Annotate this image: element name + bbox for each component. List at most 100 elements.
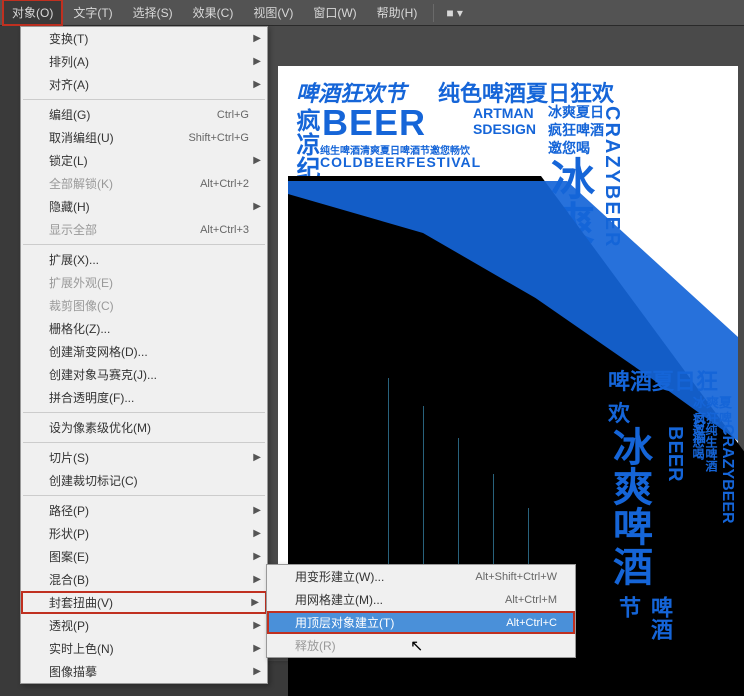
menu-item[interactable]: 创建渐变网格(D)... <box>21 340 267 363</box>
menu-item[interactable]: 拼合透明度(F)... <box>21 386 267 409</box>
poster-artman: ARTMAN <box>473 106 534 120</box>
menu-item-label: 透视(P) <box>49 617 89 634</box>
menu-item: 全部解锁(K) Alt+Ctrl+2 <box>21 172 267 195</box>
menu-shortcut: Shift+Ctrl+G <box>188 132 249 144</box>
menu-shortcut: Ctrl+G <box>217 109 249 121</box>
submenu-item[interactable]: 用网格建立(M)... Alt+Ctrl+M <box>267 588 575 611</box>
menu-item-label: 裁剪图像(C) <box>49 297 114 314</box>
menu-help[interactable]: 帮助(H) <box>367 0 428 26</box>
menu-item-label: 封套扭曲(V) <box>49 594 113 611</box>
submenu-arrow-icon: ▶ <box>253 620 261 631</box>
menu-item-label: 形状(P) <box>49 525 89 542</box>
submenu-arrow-icon: ▶ <box>253 551 261 562</box>
menu-view[interactable]: 视图(V) <box>243 0 303 26</box>
submenu-item-label: 释放(R) <box>295 637 336 654</box>
menu-window[interactable]: 窗口(W) <box>303 0 366 26</box>
menu-item[interactable]: 隐藏(H) ▶ <box>21 195 267 218</box>
menu-item[interactable]: 创建对象马赛克(J)... <box>21 363 267 386</box>
submenu-arrow-icon: ▶ <box>253 505 261 516</box>
menu-item[interactable]: 编组(G) Ctrl+G <box>21 103 267 126</box>
menu-separator <box>23 442 265 443</box>
submenu-arrow-icon: ▶ <box>251 597 259 608</box>
submenu-item-label: 用网格建立(M)... <box>295 591 383 608</box>
menu-item-label: 实时上色(N) <box>49 640 114 657</box>
menu-item-label: 路径(P) <box>49 502 89 519</box>
menu-item-label: 扩展外观(E) <box>49 274 113 291</box>
menu-select[interactable]: 选择(S) <box>123 0 183 26</box>
submenu-arrow-icon: ▶ <box>253 643 261 654</box>
submenu-arrow-icon: ▶ <box>253 452 261 463</box>
menu-item-label: 切片(S) <box>49 449 89 466</box>
menu-effect[interactable]: 效果(C) <box>183 0 244 26</box>
poster-beer: BEER <box>322 102 426 144</box>
menu-item[interactable]: 切片(S) ▶ <box>21 446 267 469</box>
menu-item: 裁剪图像(C) <box>21 294 267 317</box>
menu-item[interactable]: 路径(P) ▶ <box>21 499 267 522</box>
menu-item-label: 隐藏(H) <box>49 198 90 215</box>
poster-coldbeer: COLDBEERFESTIVAL <box>320 154 481 170</box>
menu-item[interactable]: 实时上色(N) ▶ <box>21 637 267 660</box>
submenu-item-label: 用变形建立(W)... <box>295 568 384 585</box>
menu-item: 扩展外观(E) <box>21 271 267 294</box>
menu-shortcut: Alt+Ctrl+C <box>506 617 557 629</box>
submenu-arrow-icon: ▶ <box>253 56 261 67</box>
menu-shortcut: Alt+Shift+Ctrl+W <box>475 571 557 583</box>
menu-item[interactable]: 扩展(X)... <box>21 248 267 271</box>
menu-item-label: 编组(G) <box>49 106 90 123</box>
menu-item[interactable]: 图像描摹 ▶ <box>21 660 267 683</box>
menu-separator <box>23 412 265 413</box>
menu-item[interactable]: 透视(P) ▶ <box>21 614 267 637</box>
menu-item-label: 对齐(A) <box>49 76 89 93</box>
submenu-arrow-icon: ▶ <box>253 33 261 44</box>
menu-item[interactable]: 图案(E) ▶ <box>21 545 267 568</box>
menu-item-label: 全部解锁(K) <box>49 175 113 192</box>
menu-item[interactable]: 创建裁切标记(C) <box>21 469 267 492</box>
submenu-arrow-icon: ▶ <box>253 574 261 585</box>
menu-object[interactable]: 对象(O) <box>2 0 63 26</box>
menu-item[interactable]: 锁定(L) ▶ <box>21 149 267 172</box>
menu-item[interactable]: 设为像素级优化(M) <box>21 416 267 439</box>
poster-festival: 啤酒节 <box>612 596 676 656</box>
menu-item-label: 扩展(X)... <box>49 251 99 268</box>
poster-beer-vert: BEER <box>663 426 686 482</box>
menu-item[interactable]: 形状(P) ▶ <box>21 522 267 545</box>
object-menu: 变换(T)▶排列(A)▶对齐(A)▶编组(G)Ctrl+G取消编组(U)Shif… <box>20 26 268 684</box>
submenu-arrow-icon: ▶ <box>253 666 261 677</box>
menu-separator <box>23 495 265 496</box>
submenu-item[interactable]: 用变形建立(W)... Alt+Shift+Ctrl+W <box>267 565 575 588</box>
menu-item[interactable]: 排列(A)▶ <box>21 50 267 73</box>
menu-item[interactable]: 变换(T) ▶ <box>21 27 267 50</box>
poster-side3: 邀您喝 <box>548 138 590 158</box>
menu-item-label: 取消编组(U) <box>49 129 114 146</box>
menu-item-label: 图像描摹 <box>49 663 97 680</box>
menu-item-label: 锁定(L) <box>49 152 88 169</box>
menu-separator <box>23 99 265 100</box>
menu-shortcut: Alt+Ctrl+3 <box>200 224 249 236</box>
poster-big-vert: 冰爽啤酒 <box>608 426 650 586</box>
menu-item[interactable]: 取消编组(U) Shift+Ctrl+G <box>21 126 267 149</box>
menu-item[interactable]: 栅格化(Z)... <box>21 317 267 340</box>
menu-item-label: 变换(T) <box>49 30 88 47</box>
menu-shortcut: Alt+Ctrl+M <box>505 594 557 606</box>
menu-item[interactable]: 封套扭曲(V) ▶ <box>21 591 267 614</box>
menu-item-label: 显示全部 <box>49 221 97 238</box>
menu-type[interactable]: 文字(T) <box>63 0 122 26</box>
submenu-item[interactable]: 用顶层对象建立(T) Alt+Ctrl+C <box>267 611 575 634</box>
menubar: 对象(O) 文字(T) 选择(S) 效果(C) 视图(V) 窗口(W) 帮助(H… <box>0 0 744 26</box>
menu-separator <box>23 244 265 245</box>
submenu-item-label: 用顶层对象建立(T) <box>295 614 394 631</box>
collapse-icon[interactable]: ■ ▾ <box>440 6 469 20</box>
poster-crazy-vert: CRAZYBEER <box>718 424 736 524</box>
divider <box>433 4 434 22</box>
menu-item-label: 创建裁切标记(C) <box>49 472 138 489</box>
menu-shortcut: Alt+Ctrl+2 <box>200 178 249 190</box>
submenu-arrow-icon: ▶ <box>253 528 261 539</box>
submenu-arrow-icon: ▶ <box>253 79 261 90</box>
menu-item-label: 图案(E) <box>49 548 89 565</box>
submenu-arrow-icon: ▶ <box>253 155 261 166</box>
menu-item[interactable]: 对齐(A) ▶ <box>21 73 267 96</box>
submenu-arrow-icon: ▶ <box>253 201 261 212</box>
menu-item-label: 创建渐变网格(D)... <box>49 343 148 360</box>
menu-item[interactable]: 混合(B)▶ <box>21 568 267 591</box>
menu-item-label: 栅格化(Z)... <box>49 320 110 337</box>
